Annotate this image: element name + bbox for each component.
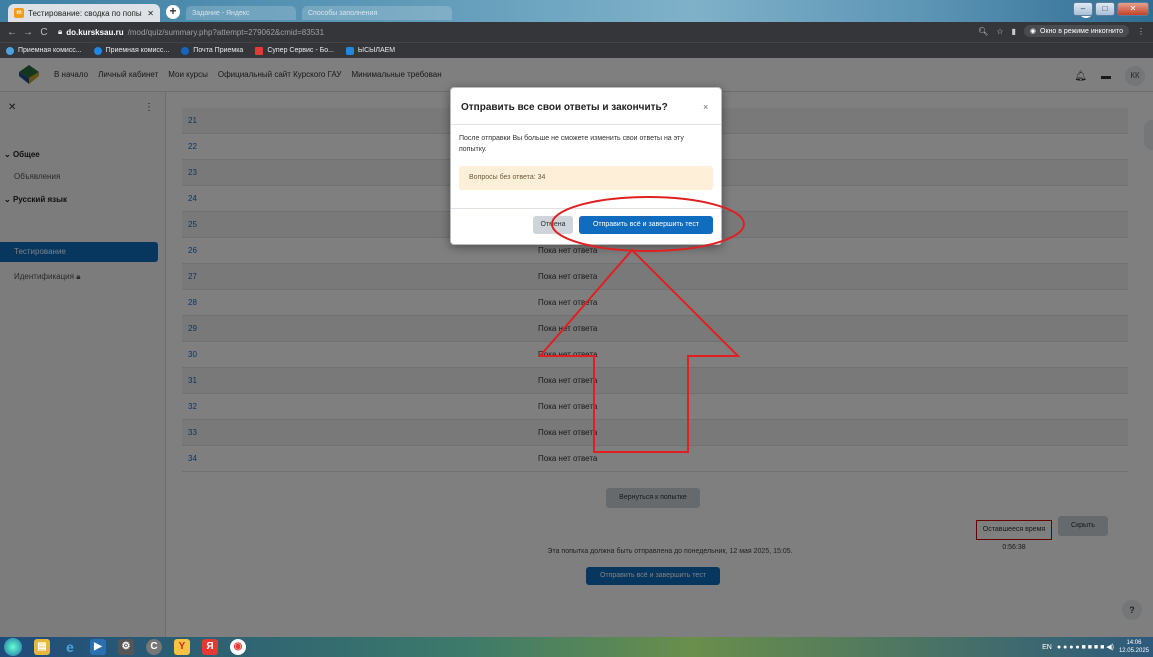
bookmark-item[interactable]: Супер Сервис - Бо...	[255, 46, 334, 55]
tab-inactive-1[interactable]: Задание - Яндекс	[186, 6, 296, 20]
window-controls: – □ ✕	[1073, 2, 1149, 16]
tab-active[interactable]: m Тестирование: сводка по попы ✕	[8, 4, 160, 22]
bookmark-star-icon[interactable]: ☆	[996, 27, 1003, 36]
bookmark-icon	[255, 46, 264, 55]
bookmark-label: ЫСЫЛАЕМ	[357, 47, 396, 54]
divider	[451, 208, 721, 209]
dialog-title: Отправить все свои ответы и закончить?	[461, 102, 668, 113]
dialog-body: После отправки Вы больше не сможете изме…	[459, 135, 684, 153]
divider	[451, 124, 721, 125]
tab-close-icon[interactable]: ✕	[147, 9, 154, 18]
dialog-close-icon[interactable]: ×	[703, 102, 708, 112]
yandex-icon[interactable]: Y	[174, 639, 190, 655]
forward-icon[interactable]: →	[20, 27, 36, 38]
lock-icon: 🔒︎	[58, 27, 63, 36]
tray-icons[interactable]: ● ● ● ● ■ ■ ■ ■ ◀)	[1057, 643, 1114, 651]
unanswered-alert: Вопросы без ответа: 34	[459, 166, 713, 190]
app-icon[interactable]: C	[146, 639, 162, 655]
bookmark-label: Супер Сервис - Бо...	[267, 47, 334, 54]
tab-inactive-2[interactable]: Способы заполнения	[302, 6, 452, 20]
url-host: do.kursksau.ru	[66, 27, 124, 37]
url-path: /mod/quiz/summary.php?attempt=279062&cmi…	[127, 27, 325, 37]
language-indicator[interactable]: EN	[1042, 644, 1052, 651]
incognito-badge[interactable]: ◉ Окно в режиме инкогнито	[1023, 25, 1129, 37]
incognito-icon: ◉	[1029, 28, 1036, 35]
back-icon[interactable]: ←	[4, 27, 20, 38]
bookmark-item[interactable]: Приемная комисс...	[6, 46, 82, 55]
minimize-button[interactable]: –	[1073, 2, 1093, 16]
tab-title: Тестирование: сводка по попы	[28, 8, 142, 18]
tab-title: Способы заполнения	[308, 9, 378, 17]
menu-icon[interactable]: ⋮	[1137, 27, 1145, 36]
tab-title: Задание - Яндекс	[192, 9, 250, 17]
start-button-icon[interactable]	[4, 638, 22, 656]
sidepanel-icon[interactable]: ▮	[1011, 27, 1015, 36]
address-bar: ← → C 🔒︎ do.kursksau.ru/mod/quiz/summary…	[0, 22, 1153, 42]
zoom-icon[interactable]: 🔍︎	[978, 27, 988, 36]
windows-taskbar: ▤ e ▶ ⚙ C Y Я ◉ EN ● ● ● ● ■ ■ ■ ■ ◀) 14…	[0, 637, 1153, 657]
media-player-icon[interactable]: ▶	[90, 639, 106, 655]
cancel-button[interactable]: Отмена	[533, 216, 573, 234]
close-window-button[interactable]: ✕	[1117, 2, 1149, 16]
url-field[interactable]: 🔒︎ do.kursksau.ru/mod/quiz/summary.php?a…	[58, 27, 324, 37]
clock[interactable]: 14:06 12.05.2025	[1119, 639, 1149, 655]
bookmark-icon	[345, 46, 354, 55]
clock-time: 14:06	[1126, 640, 1142, 646]
browser-tabstrip: m Тестирование: сводка по попы ✕ + Задан…	[0, 0, 1153, 22]
yandex-browser-icon[interactable]: Я	[202, 639, 218, 655]
bookmark-icon	[6, 46, 14, 55]
bookmark-item[interactable]: ЫСЫЛАЕМ	[345, 46, 396, 55]
system-tray: EN ● ● ● ● ■ ■ ■ ■ ◀) 14:06 12.05.2025	[1042, 639, 1149, 655]
new-tab-button[interactable]: +	[166, 5, 180, 19]
bookmark-icon	[93, 46, 102, 55]
bookmark-label: Приемная комисс...	[105, 47, 170, 54]
moodle-favicon-icon: m	[14, 8, 24, 18]
maximize-button[interactable]: □	[1095, 2, 1115, 16]
bookmark-item[interactable]: Почта Приемка	[181, 46, 244, 55]
clock-date: 12.05.2025	[1118, 648, 1149, 654]
bookmark-icon	[181, 46, 190, 55]
bookmarks-bar: Приемная комисс... Приемная комисс... По…	[0, 42, 1153, 58]
chrome-icon[interactable]: ◉	[230, 639, 246, 655]
bookmark-label: Приемная комисс...	[18, 47, 82, 54]
reload-icon[interactable]: C	[36, 27, 52, 38]
network-icon[interactable]: ⚙	[118, 639, 134, 655]
confirm-submit-button[interactable]: Отправить всё и завершить тест	[579, 216, 713, 234]
ie-icon[interactable]: e	[62, 639, 78, 655]
submit-confirm-dialog: Отправить все свои ответы и закончить? ×…	[450, 87, 722, 245]
bookmark-label: Почта Приемка	[193, 47, 244, 54]
explorer-icon[interactable]: ▤	[34, 639, 50, 655]
incognito-label: Окно в режиме инкогнито	[1040, 27, 1123, 35]
bookmark-item[interactable]: Приемная комисс...	[93, 46, 170, 55]
